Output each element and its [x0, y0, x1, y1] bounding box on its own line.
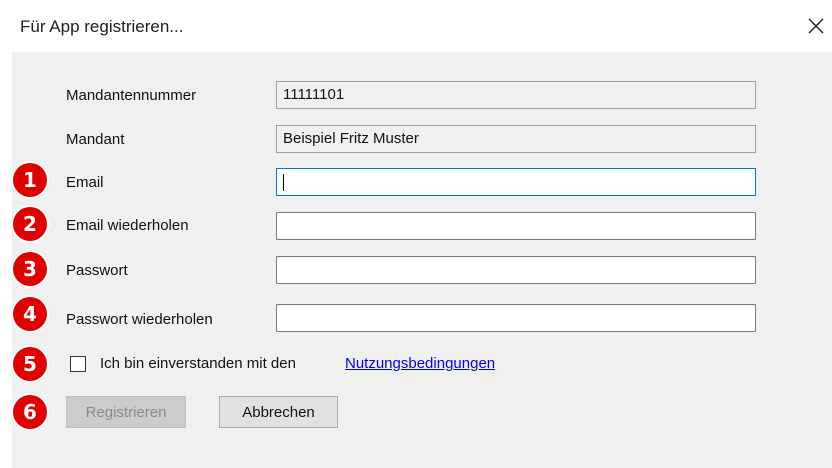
- agree-text: Ich bin einverstanden mit den: [100, 355, 296, 372]
- password-field[interactable]: [276, 256, 756, 284]
- close-icon[interactable]: [804, 14, 828, 38]
- password-label: Passwort: [66, 262, 128, 279]
- email-repeat-label: Email wiederholen: [66, 217, 189, 234]
- step-badge-4: 4: [13, 297, 47, 331]
- register-button[interactable]: Registrieren: [66, 396, 186, 428]
- step-badge-3: 3: [13, 252, 47, 286]
- client-field: Beispiel Fritz Muster: [276, 125, 756, 153]
- email-repeat-field[interactable]: [276, 212, 756, 240]
- title-bar: Für App registrieren...: [0, 0, 832, 52]
- step-badge-2: 2: [13, 207, 47, 241]
- step-badge-6: 6: [13, 395, 47, 429]
- step-badge-5: 5: [13, 347, 47, 381]
- client-number-label: Mandantennummer: [66, 87, 197, 104]
- text-caret: [283, 173, 284, 191]
- password-repeat-label: Passwort wiederholen: [66, 311, 213, 328]
- cancel-button[interactable]: Abbrechen: [219, 396, 338, 428]
- terms-link[interactable]: Nutzungsbedingungen: [345, 355, 495, 372]
- email-field[interactable]: [276, 168, 756, 196]
- dialog-title: Für App registrieren...: [20, 17, 184, 36]
- email-label: Email: [66, 174, 104, 191]
- client-label: Mandant: [66, 131, 125, 148]
- password-repeat-field[interactable]: [276, 304, 756, 332]
- agree-checkbox[interactable]: [70, 356, 86, 372]
- step-badge-1: 1: [13, 163, 47, 197]
- client-number-field: 11111101: [276, 81, 756, 109]
